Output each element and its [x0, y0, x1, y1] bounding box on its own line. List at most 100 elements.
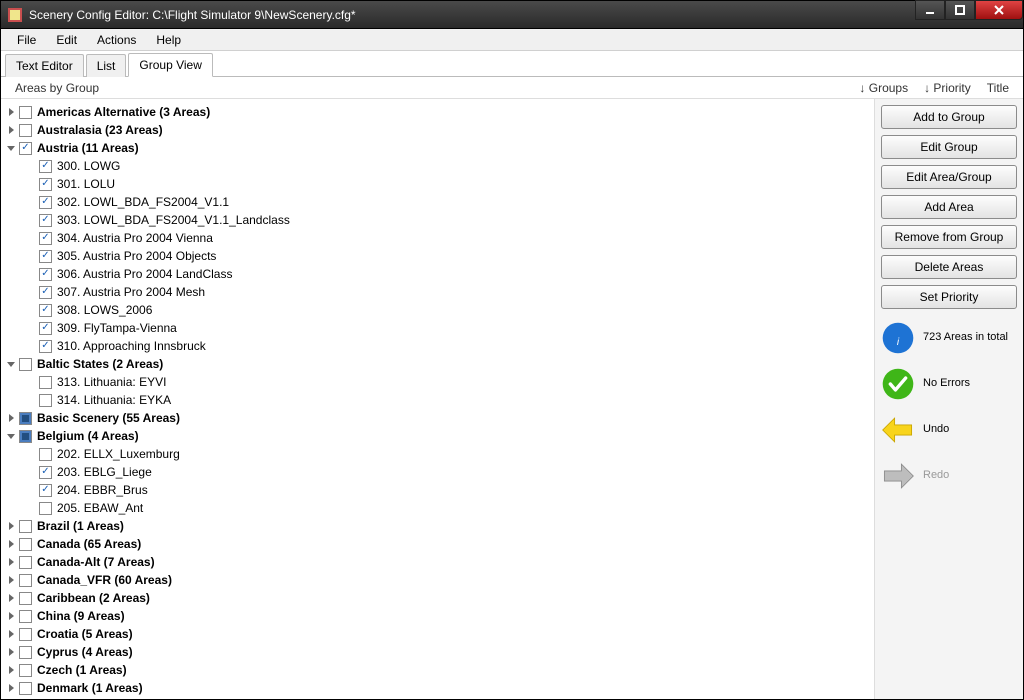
close-button[interactable] [975, 0, 1023, 20]
tree-label[interactable]: Canada_VFR (60 Areas) [36, 573, 172, 587]
tree-label[interactable]: 303. LOWL_BDA_FS2004_V1.1_Landclass [56, 213, 290, 227]
checkbox[interactable] [19, 412, 32, 425]
tree-row[interactable]: 301. LOLU [25, 175, 872, 193]
tree-row[interactable]: 202. ELLX_Luxemburg [25, 445, 872, 463]
checkbox[interactable] [39, 322, 52, 335]
expand-toggle-icon[interactable] [7, 683, 17, 693]
minimize-button[interactable] [915, 0, 945, 20]
checkbox[interactable] [19, 556, 32, 569]
expand-toggle-icon[interactable] [7, 413, 17, 423]
col-groups[interactable]: ↓ Groups [851, 81, 916, 95]
tree-label[interactable]: 305. Austria Pro 2004 Objects [56, 249, 216, 263]
menu-file[interactable]: File [7, 31, 46, 49]
expand-toggle-icon[interactable] [7, 539, 17, 549]
tree-row[interactable]: 314. Lithuania: EYKA [25, 391, 872, 409]
tree-row[interactable]: Czech (1 Areas) [5, 661, 872, 679]
tree-row[interactable]: Denmark (1 Areas) [5, 679, 872, 697]
checkbox[interactable] [39, 268, 52, 281]
tree-row[interactable]: 308. LOWS_2006 [25, 301, 872, 319]
col-areas-by-group[interactable]: Areas by Group [7, 81, 851, 95]
remove-from-group-button[interactable]: Remove from Group [881, 225, 1017, 249]
menu-help[interactable]: Help [146, 31, 191, 49]
checkbox[interactable] [19, 592, 32, 605]
tree-row[interactable]: Caribbean (2 Areas) [5, 589, 872, 607]
tree-label[interactable]: 301. LOLU [56, 177, 115, 191]
checkbox[interactable] [39, 196, 52, 209]
tree-row[interactable]: Brazil (1 Areas) [5, 517, 872, 535]
expand-toggle-icon[interactable] [7, 521, 17, 531]
add-area-button[interactable]: Add Area [881, 195, 1017, 219]
expand-toggle-icon[interactable] [7, 629, 17, 639]
tree-label[interactable]: Cyprus (4 Areas) [36, 645, 133, 659]
tab-list[interactable]: List [86, 54, 127, 77]
edit-area-group-button[interactable]: Edit Area/Group [881, 165, 1017, 189]
tree-row[interactable]: Australasia (23 Areas) [5, 121, 872, 139]
checkbox[interactable] [19, 520, 32, 533]
tree-row[interactable]: Canada-Alt (7 Areas) [5, 553, 872, 571]
tree-row[interactable]: 300. LOWG [25, 157, 872, 175]
maximize-button[interactable] [945, 0, 975, 20]
tree-label[interactable]: Australasia (23 Areas) [36, 123, 163, 137]
tree-label[interactable]: 302. LOWL_BDA_FS2004_V1.1 [56, 195, 229, 209]
checkbox[interactable] [19, 142, 32, 155]
checkbox[interactable] [39, 448, 52, 461]
expand-toggle-icon[interactable] [7, 665, 17, 675]
tree-row[interactable]: Baltic States (2 Areas) [5, 355, 872, 373]
checkbox[interactable] [39, 304, 52, 317]
checkbox[interactable] [39, 286, 52, 299]
tree-label[interactable]: Denmark (1 Areas) [36, 681, 143, 695]
checkbox[interactable] [19, 610, 32, 623]
set-priority-button[interactable]: Set Priority [881, 285, 1017, 309]
tree-label[interactable]: 310. Approaching Innsbruck [56, 339, 206, 353]
tree-label[interactable]: Belgium (4 Areas) [36, 429, 139, 443]
tree-label[interactable]: Czech (1 Areas) [36, 663, 127, 677]
tree-row[interactable]: Austria (11 Areas) [5, 139, 872, 157]
add-to-group-button[interactable]: Add to Group [881, 105, 1017, 129]
tree-label[interactable]: 202. ELLX_Luxemburg [56, 447, 180, 461]
checkbox[interactable] [39, 160, 52, 173]
expand-toggle-icon[interactable] [7, 593, 17, 603]
tree-label[interactable]: Americas Alternative (3 Areas) [36, 105, 210, 119]
delete-areas-button[interactable]: Delete Areas [881, 255, 1017, 279]
tree-row[interactable]: 302. LOWL_BDA_FS2004_V1.1 [25, 193, 872, 211]
checkbox[interactable] [19, 106, 32, 119]
tree-label[interactable]: 205. EBAW_Ant [56, 501, 143, 515]
expand-toggle-icon[interactable] [7, 431, 17, 441]
checkbox[interactable] [39, 340, 52, 353]
tab-group-view[interactable]: Group View [128, 53, 212, 77]
tree-row[interactable]: 305. Austria Pro 2004 Objects [25, 247, 872, 265]
tree-label[interactable]: 203. EBLG_Liege [56, 465, 152, 479]
tree-row[interactable]: Americas Alternative (3 Areas) [5, 103, 872, 121]
menu-edit[interactable]: Edit [46, 31, 87, 49]
expand-toggle-icon[interactable] [7, 359, 17, 369]
tree-label[interactable]: 204. EBBR_Brus [56, 483, 148, 497]
tree-row[interactable]: China (9 Areas) [5, 607, 872, 625]
tree-label[interactable]: Canada-Alt (7 Areas) [36, 555, 155, 569]
tree-row[interactable]: 304. Austria Pro 2004 Vienna [25, 229, 872, 247]
tree-label[interactable]: Canada (65 Areas) [36, 537, 141, 551]
tree-row[interactable]: 204. EBBR_Brus [25, 481, 872, 499]
checkbox[interactable] [39, 178, 52, 191]
tree-label[interactable]: China (9 Areas) [36, 609, 125, 623]
tree-label[interactable]: 309. FlyTampa-Vienna [56, 321, 177, 335]
checkbox[interactable] [19, 574, 32, 587]
tree-row[interactable]: Canada (65 Areas) [5, 535, 872, 553]
tab-text-editor[interactable]: Text Editor [5, 54, 84, 77]
tree-label[interactable]: Croatia (5 Areas) [36, 627, 133, 641]
checkbox[interactable] [39, 232, 52, 245]
tree-row[interactable]: 303. LOWL_BDA_FS2004_V1.1_Landclass [25, 211, 872, 229]
checkbox[interactable] [19, 628, 32, 641]
expand-toggle-icon[interactable] [7, 647, 17, 657]
expand-toggle-icon[interactable] [7, 125, 17, 135]
checkbox[interactable] [19, 358, 32, 371]
menu-actions[interactable]: Actions [87, 31, 146, 49]
tree-row[interactable]: 310. Approaching Innsbruck [25, 337, 872, 355]
tree-label[interactable]: 313. Lithuania: EYVI [56, 375, 166, 389]
expand-toggle-icon[interactable] [7, 557, 17, 567]
checkbox[interactable] [39, 394, 52, 407]
checkbox[interactable] [19, 682, 32, 695]
tree-row[interactable]: 309. FlyTampa-Vienna [25, 319, 872, 337]
checkbox[interactable] [19, 538, 32, 551]
tree-label[interactable]: 314. Lithuania: EYKA [56, 393, 171, 407]
expand-toggle-icon[interactable] [7, 575, 17, 585]
